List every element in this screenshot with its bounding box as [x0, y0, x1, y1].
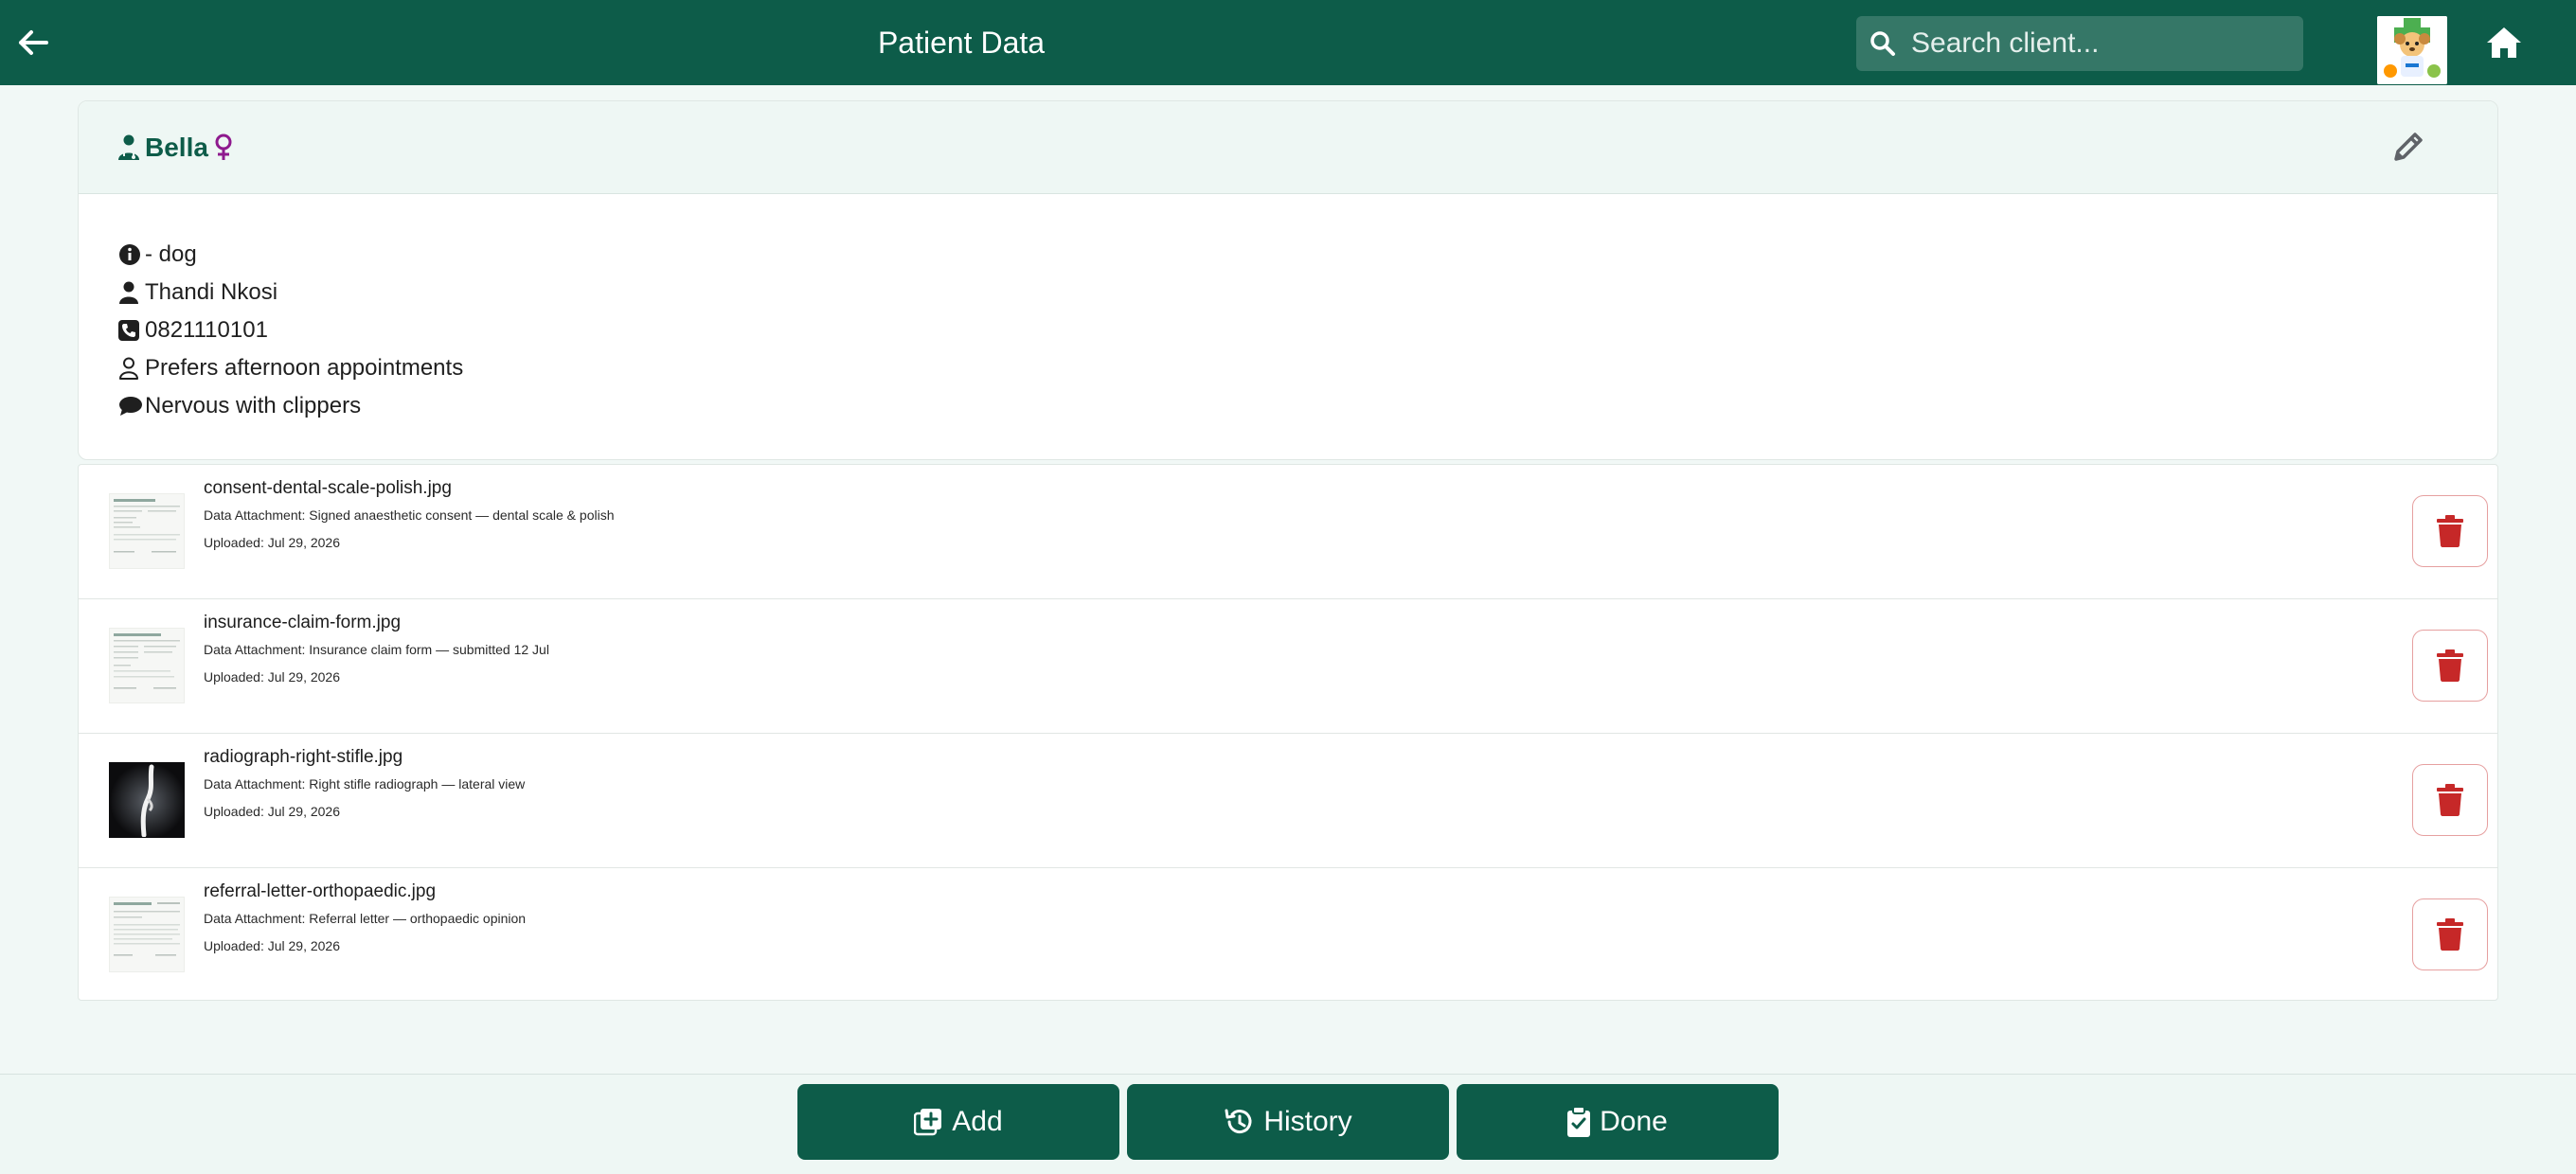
history-icon [1225, 1109, 1252, 1134]
phone-number: 0821110101 [145, 317, 268, 343]
vet-mascot-logo-icon [2377, 16, 2447, 84]
preference-text: Prefers afternoon appointments [145, 355, 464, 381]
footer-actions: Add History Done [0, 1074, 2576, 1174]
attachment-row[interactable]: insurance-claim-form.jpg Data Attachment… [79, 599, 2497, 734]
comment-icon [119, 397, 142, 416]
attachment-upload-date: Uploaded: Jul 29, 2026 [204, 535, 340, 550]
attachment-row[interactable]: radiograph-right-stifle.jpg Data Attachm… [79, 734, 2497, 868]
search-box[interactable] [1856, 16, 2303, 71]
attachment-filename: insurance-claim-form.jpg [204, 613, 402, 632]
home-button[interactable] [2481, 21, 2527, 64]
phone-line: 0821110101 [118, 311, 2497, 349]
delete-attachment-button[interactable] [2412, 898, 2488, 970]
user-outline-icon [119, 357, 138, 380]
info-circle-icon [119, 244, 140, 265]
done-button-label: Done [1600, 1106, 1668, 1137]
delete-attachment-button[interactable] [2412, 495, 2488, 567]
attachment-description: Data Attachment: Signed anaesthetic cons… [204, 507, 615, 523]
attachment-thumbnail[interactable] [109, 628, 185, 703]
delete-attachment-button[interactable] [2412, 630, 2488, 702]
radiograph-thumbnail-icon [110, 763, 184, 837]
species-text: - dog [145, 241, 197, 267]
note-line: Nervous with clippers [118, 387, 2497, 425]
attachment-filename: consent-dental-scale-polish.jpg [204, 478, 452, 498]
preference-line: Prefers afternoon appointments [118, 349, 2497, 387]
document-thumbnail-icon [114, 499, 180, 553]
attachment-filename: referral-letter-orthopaedic.jpg [204, 881, 437, 901]
add-button-label: Add [952, 1106, 1003, 1137]
history-button-label: History [1263, 1106, 1352, 1137]
add-copy-icon [914, 1109, 942, 1136]
app-logo [2377, 16, 2447, 84]
attachment-filename: radiograph-right-stifle.jpg [204, 747, 403, 767]
attachment-thumbnail[interactable] [109, 762, 185, 838]
attachment-description: Data Attachment: Right stifle radiograph… [204, 776, 526, 792]
attachment-upload-date: Uploaded: Jul 29, 2026 [204, 669, 340, 685]
attachment-row[interactable]: referral-letter-orthopaedic.jpg Data Att… [79, 868, 2497, 1003]
patient-card-header: Bella [79, 101, 2497, 194]
attachment-upload-date: Uploaded: Jul 29, 2026 [204, 804, 340, 819]
trash-icon [2437, 515, 2463, 547]
attachment-description: Data Attachment: Insurance claim form — … [204, 642, 549, 657]
patient-card: Bella - dog Thandi Nkosi 0821110101 Pref… [78, 100, 2498, 460]
note-text: Nervous with clippers [145, 393, 362, 418]
done-button[interactable]: Done [1457, 1084, 1779, 1160]
history-button[interactable]: History [1127, 1084, 1449, 1160]
attachment-description: Data Attachment: Referral letter — ortho… [204, 911, 527, 926]
trash-icon [2437, 918, 2463, 951]
trash-icon [2437, 649, 2463, 682]
clipboard-check-icon [1567, 1107, 1591, 1137]
page-title: Patient Data [877, 25, 1046, 60]
attachment-thumbnail[interactable] [109, 897, 185, 972]
edit-patient-button[interactable] [2388, 126, 2429, 168]
attachments-list: consent-dental-scale-polish.jpg Data Att… [78, 464, 2498, 1001]
delete-attachment-button[interactable] [2412, 764, 2488, 836]
pencil-icon [2394, 133, 2423, 161]
patient-details: - dog Thandi Nkosi 0821110101 Prefers af… [79, 194, 2497, 425]
attachment-upload-date: Uploaded: Jul 29, 2026 [204, 938, 340, 953]
trash-icon [2437, 784, 2463, 816]
pet-name: Bella [145, 132, 208, 162]
owner-line: Thandi Nkosi [118, 274, 2497, 311]
add-button[interactable]: Add [797, 1084, 1119, 1160]
female-icon [215, 133, 232, 160]
vet-doctor-icon [118, 134, 139, 160]
owner-name: Thandi Nkosi [145, 279, 278, 305]
top-bar: Patient Data [0, 0, 2576, 85]
search-input[interactable] [1911, 27, 2290, 60]
phone-icon [118, 320, 139, 341]
species-line: - dog [118, 236, 2497, 274]
user-icon [119, 281, 138, 304]
search-icon [1870, 31, 1895, 56]
document-thumbnail-icon [114, 633, 180, 689]
home-icon [2487, 27, 2521, 58]
attachment-thumbnail[interactable] [109, 493, 185, 569]
attachment-row[interactable]: consent-dental-scale-polish.jpg Data Att… [79, 465, 2497, 599]
document-thumbnail-icon [114, 902, 180, 956]
